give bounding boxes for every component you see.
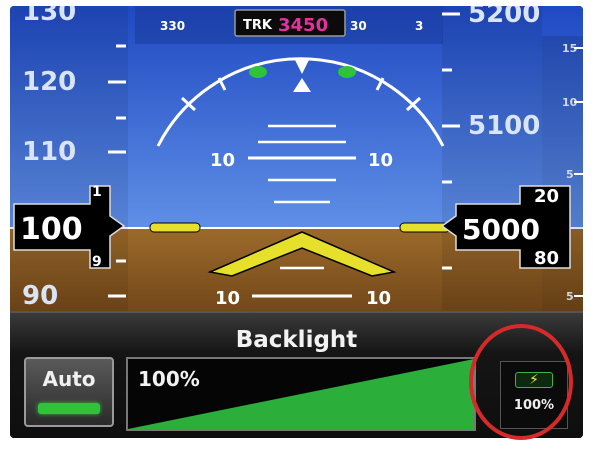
auto-on-indicator xyxy=(38,403,100,414)
altitude-tape-5200: 5200 xyxy=(468,6,540,29)
altitude-readout: 5000 xyxy=(462,213,540,246)
pitch-label-down-left: 10 xyxy=(215,288,240,309)
backlight-level-value: 100% xyxy=(138,367,200,391)
track-value: 3450 xyxy=(278,15,328,36)
pitch-label-up-left: 10 xyxy=(210,150,235,171)
vsi-tape xyxy=(542,36,583,321)
airspeed-roll-below: 9 xyxy=(92,254,102,270)
vsi-tick-label: 5 xyxy=(566,290,574,303)
bank-limit-marker-right xyxy=(338,66,356,78)
airspeed-readout: 100 xyxy=(20,212,83,247)
track-label: TRK xyxy=(243,18,273,33)
airspeed-tape-130: 130 xyxy=(22,6,76,27)
primary-flight-display: 330 30 3 TRK 3450 10 10 10 10 130 120 11… xyxy=(10,6,583,321)
heading-tick-3: 3 xyxy=(415,19,423,33)
airspeed-roll-above: 1 xyxy=(92,184,102,200)
auto-backlight-button[interactable]: Auto xyxy=(24,357,114,427)
airspeed-tape-120: 120 xyxy=(22,67,76,97)
airspeed-tape-110: 110 xyxy=(22,137,76,167)
level-reference-right xyxy=(399,222,451,233)
heading-tick-30: 30 xyxy=(350,19,367,33)
auto-label: Auto xyxy=(42,367,96,391)
vsi-tick-label: 5 xyxy=(566,168,574,181)
altitude-roll-below: 80 xyxy=(534,248,559,269)
altitude-tape-5100: 5100 xyxy=(468,111,540,141)
pitch-label-up-right: 10 xyxy=(368,150,393,171)
bank-limit-marker-left xyxy=(249,66,267,78)
level-reference-left xyxy=(149,222,201,233)
altitude-tape xyxy=(442,6,542,321)
altitude-roll-above: 20 xyxy=(534,186,559,207)
pitch-label-down-right: 10 xyxy=(366,288,391,309)
heading-tick-330: 330 xyxy=(160,19,185,33)
backlight-level-slider[interactable]: 100% xyxy=(126,357,476,431)
airspeed-tape-90: 90 xyxy=(22,281,58,311)
highlight-circle xyxy=(469,324,573,440)
